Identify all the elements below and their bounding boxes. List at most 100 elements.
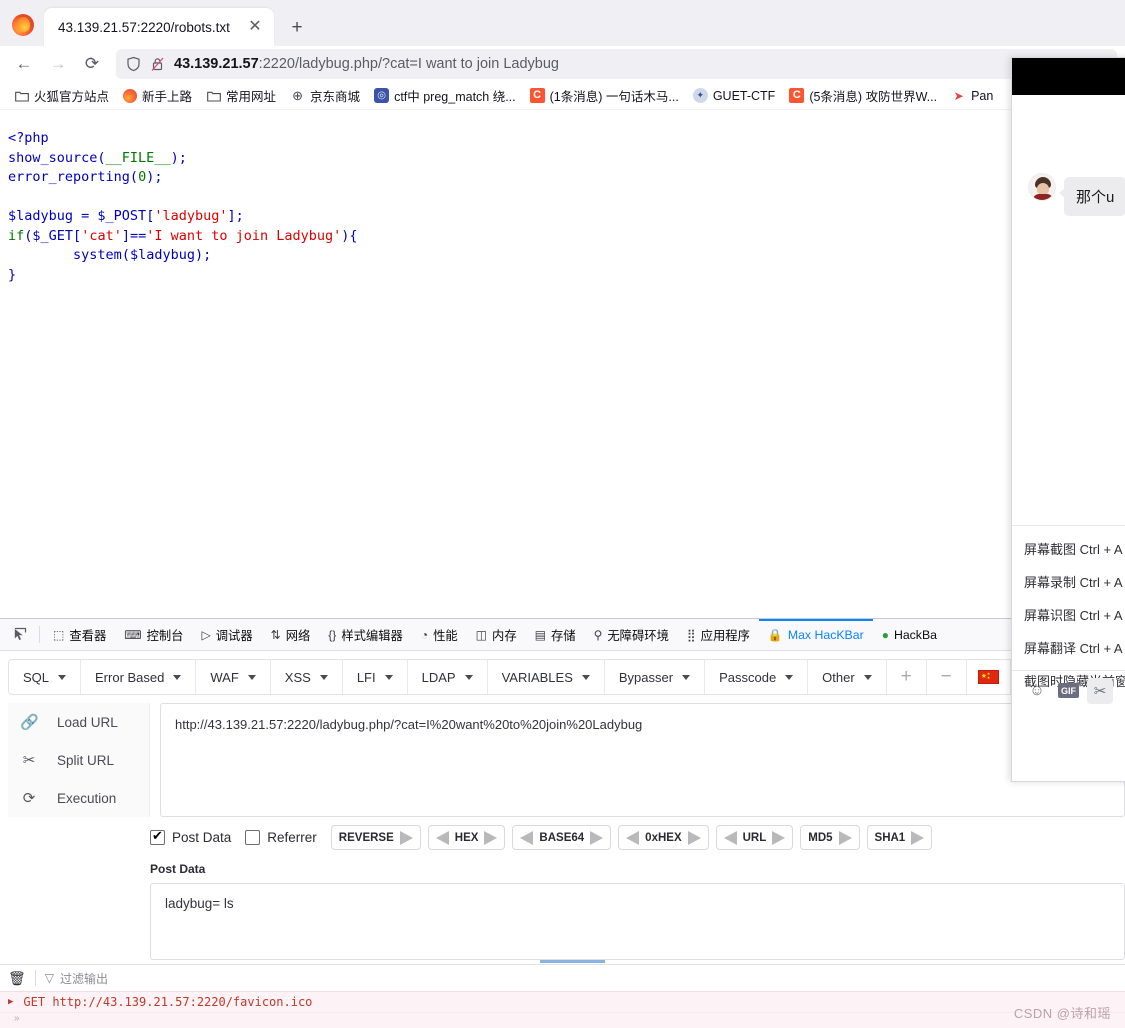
console-row[interactable]: ▶ GET http://43.139.21.57:2220/favicon.i… — [0, 991, 1125, 1012]
arrow-left-icon[interactable] — [723, 830, 737, 845]
qq-chat-toolbar: ☺ GIF ✂ i — [1012, 670, 1125, 710]
arrow-left-icon[interactable] — [520, 830, 534, 845]
execution-button[interactable]: ⟳ Execution — [8, 779, 149, 817]
tab-max-hackbar[interactable]: 🔒 Max HacKBar — [758, 619, 873, 650]
scissors-icon[interactable]: ✂ — [1087, 677, 1113, 704]
reload-button[interactable]: ⟳ — [76, 49, 108, 79]
menu-item-screen-translate[interactable]: 屏幕翻译 Ctrl + A — [1012, 631, 1125, 664]
post-data-checkbox[interactable]: Post Data — [150, 828, 231, 845]
add-button[interactable]: + — [887, 660, 927, 694]
bookmark-item[interactable]: ⊕ 京东商城 — [284, 83, 366, 108]
dropdown-bypasser[interactable]: Bypasser — [605, 660, 706, 694]
back-button[interactable]: ← — [8, 49, 40, 79]
tab-network[interactable]: ⇅ 网络 — [262, 619, 320, 650]
tab-memory[interactable]: ◫ 内存 — [467, 619, 526, 650]
splitter-bar[interactable] — [540, 960, 605, 963]
arrow-right-icon[interactable] — [772, 830, 786, 845]
encoder-label: URL — [742, 831, 767, 844]
remove-button[interactable]: − — [927, 660, 967, 694]
tab-console[interactable]: ⌨ 控制台 — [115, 619, 192, 650]
encoder-reverse[interactable]: REVERSE — [330, 825, 421, 850]
arrow-left-icon[interactable] — [626, 830, 640, 845]
close-icon[interactable]: ✕ — [242, 14, 268, 40]
bookmark-item[interactable]: 常用网址 — [200, 83, 282, 108]
console-filter[interactable]: ▽ 过滤输出 — [45, 970, 108, 987]
checkbox-box[interactable] — [150, 828, 165, 845]
dropdown-label: WAF — [210, 669, 239, 685]
qq-chat-window[interactable]: 那个u 屏幕截图 Ctrl + A 屏幕录制 Ctrl + A 屏幕识图 Ctr… — [1011, 57, 1125, 782]
element-picker-icon[interactable] — [4, 619, 35, 650]
encoder-hex[interactable]: HEX — [427, 825, 506, 850]
tab-storage[interactable]: ▤ 存储 — [526, 619, 585, 650]
dropdown-ldap[interactable]: LDAP — [408, 660, 488, 694]
dropdown-sql[interactable]: SQL — [9, 660, 82, 694]
emoji-icon[interactable]: ☺ — [1024, 678, 1050, 704]
menu-item-screen-record[interactable]: 屏幕录制 Ctrl + A — [1012, 565, 1125, 598]
load-url-button[interactable]: 🔗 Load URL — [8, 703, 149, 741]
bookmark-label: 常用网址 — [226, 90, 277, 104]
tab-hackbar[interactable]: ● HackBa — [873, 619, 946, 650]
encoder-url[interactable]: URL — [715, 825, 794, 850]
arrow-right-icon[interactable] — [911, 830, 925, 845]
arrow-right-icon[interactable] — [399, 830, 413, 845]
encoder-md5[interactable]: MD5 — [800, 825, 860, 850]
panel-splitter[interactable] — [0, 960, 1125, 964]
dropdown-error-based[interactable]: Error Based — [81, 660, 197, 694]
hackbar-url-row: 🔗 Load URL ✂ Split URL ⟳ Execution http:… — [0, 695, 1125, 817]
address-bar[interactable]: 43.139.21.57:2220/ladybug.php/?cat=I wan… — [116, 49, 1117, 79]
bookmarks-bar: 火狐官方站点 新手上路 常用网址 ⊕ 京东商城 ◎ ctf中 preg_matc… — [0, 82, 1125, 110]
tab-title: 43.139.21.57:2220/robots.txt — [58, 19, 230, 35]
bookmark-item[interactable]: ◎ ctf中 preg_match 绕... — [368, 83, 522, 108]
menu-item-screen-ocr[interactable]: 屏幕识图 Ctrl + A — [1012, 598, 1125, 631]
dropdown-variables[interactable]: VARIABLES — [488, 660, 605, 694]
bookmark-item[interactable]: 火狐官方站点 — [8, 83, 115, 108]
china-flag-icon[interactable]: ★ ★ ★ — [967, 660, 1011, 694]
shield-icon[interactable] — [126, 56, 141, 72]
dropdown-label: Error Based — [95, 669, 165, 685]
post-data-input[interactable]: ladybug= ls — [150, 883, 1125, 960]
menu-item-screenshot[interactable]: 屏幕截图 Ctrl + A — [1012, 532, 1125, 565]
tab-inspector[interactable]: ⬚ 查看器 — [44, 619, 115, 650]
arrow-right-icon[interactable] — [838, 830, 852, 845]
lock-broken-icon[interactable] — [150, 56, 165, 72]
bookmark-item[interactable]: C (1条消息) 一句话木马... — [524, 83, 685, 108]
arrow-right-icon[interactable] — [484, 830, 498, 845]
encoder-sha1[interactable]: SHA1 — [866, 825, 933, 850]
arrow-right-icon[interactable] — [687, 830, 701, 845]
new-tab-button[interactable]: + — [284, 14, 310, 40]
bookmark-item[interactable]: ➤ Pan — [945, 85, 999, 106]
bookmark-item[interactable]: ✦ GUET-CTF — [687, 85, 782, 106]
dropdown-lfi[interactable]: LFI — [343, 660, 408, 694]
image-icon[interactable]: i — [1121, 678, 1125, 704]
tab-accessibility[interactable]: ⚲ 无障碍环境 — [585, 619, 678, 650]
bookmark-item[interactable]: 新手上路 — [117, 83, 198, 108]
triangle-right-icon[interactable]: ▶ — [8, 997, 13, 1007]
checkbox-box[interactable] — [245, 830, 261, 845]
tab-application[interactable]: ⣿ 应用程序 — [678, 619, 759, 650]
trash-icon[interactable]: 🗑 — [8, 970, 26, 987]
arrow-left-icon[interactable] — [435, 830, 449, 845]
url-input[interactable]: http://43.139.21.57:2220/ladybug.php/?ca… — [160, 703, 1125, 817]
browser-tab[interactable]: 43.139.21.57:2220/robots.txt ✕ — [44, 8, 274, 46]
referrer-checkbox[interactable]: Referrer — [245, 830, 317, 845]
action-label: Split URL — [57, 752, 115, 768]
csdn-icon: C — [789, 88, 805, 103]
tab-performance[interactable]: ◔ 性能 — [412, 619, 467, 650]
tab-style-editor[interactable]: {} 样式编辑器 — [319, 619, 412, 650]
arrow-right-icon[interactable] — [590, 830, 604, 845]
forward-button[interactable]: → — [42, 49, 74, 79]
dropdown-passcode[interactable]: Passcode — [705, 660, 809, 694]
tab-strip: 43.139.21.57:2220/robots.txt ✕ + — [0, 0, 1125, 46]
encoder-0xhex[interactable]: 0xHEX — [618, 825, 709, 850]
split-url-button[interactable]: ✂ Split URL — [8, 741, 149, 779]
hackbar-icon: ● — [881, 627, 889, 642]
tab-debugger[interactable]: ▷ 调试器 — [192, 619, 261, 650]
dropdown-waf[interactable]: WAF — [196, 660, 271, 694]
avatar[interactable] — [1028, 173, 1056, 201]
bookmark-item[interactable]: C (5条消息) 攻防世界W... — [783, 83, 943, 108]
gif-icon[interactable]: GIF — [1058, 683, 1079, 698]
encoder-base64[interactable]: BASE64 — [512, 825, 612, 850]
dropdown-xss[interactable]: XSS — [271, 660, 343, 694]
dropdown-other[interactable]: Other — [808, 660, 887, 694]
chevron-down-icon — [863, 674, 872, 680]
